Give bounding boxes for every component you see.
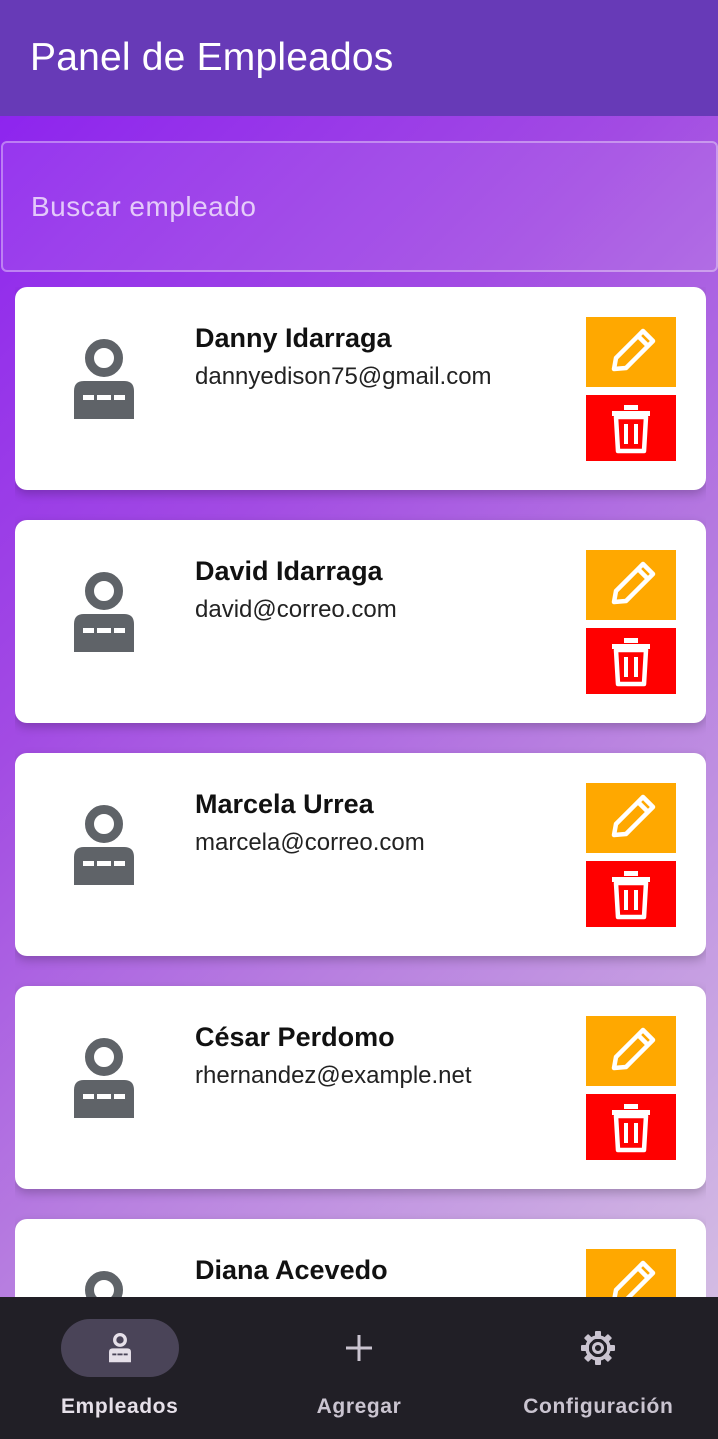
page-title: Panel de Empleados: [30, 36, 394, 79]
pencil-icon: [611, 328, 656, 372]
bottom-navigation: Empleados Agregar Configuración: [0, 1297, 718, 1439]
trash-icon: [612, 638, 650, 687]
nav-label: Empleados: [60, 1395, 179, 1418]
employee-name: Marcela Urrea: [195, 789, 374, 819]
trash-icon: [612, 1104, 650, 1153]
employee-name: César Perdomo: [195, 1022, 395, 1052]
employee-email: rhernandez@example.net: [195, 1062, 472, 1089]
employee-email: marcela@correo.com: [195, 829, 425, 856]
gear-icon: [581, 1331, 616, 1365]
nav-item-configuracion[interactable]: Configuración: [479, 1297, 718, 1439]
employee-card: David Idarraga david@correo.com: [15, 520, 706, 723]
person-icon: [74, 572, 134, 652]
people-icon: [108, 1333, 131, 1363]
trash-icon: [612, 405, 650, 454]
employee-email: david@correo.com: [195, 596, 397, 623]
nav-active-indicator: [60, 1319, 179, 1377]
person-icon: [74, 805, 134, 885]
employee-name: David Idarraga: [195, 556, 383, 586]
edit-button[interactable]: [586, 1016, 676, 1086]
nav-icon-container: [539, 1319, 657, 1377]
employee-card: Danny Idarraga dannyedison75@gmail.com: [15, 287, 706, 490]
employee-name: Danny Idarraga: [195, 323, 392, 353]
employee-email: dannyedison75@gmail.com: [195, 363, 492, 390]
person-icon: [85, 1271, 123, 1297]
person-icon: [74, 339, 134, 419]
search-input[interactable]: [31, 190, 716, 223]
edit-button[interactable]: [586, 1249, 676, 1297]
search-field[interactable]: [1, 141, 718, 272]
trash-icon: [612, 871, 650, 920]
nav-item-empleados[interactable]: Empleados: [0, 1297, 239, 1439]
delete-button[interactable]: [586, 1094, 676, 1160]
app-bar: Panel de Empleados: [0, 0, 718, 116]
edit-button[interactable]: [586, 783, 676, 853]
delete-button[interactable]: [586, 861, 676, 927]
plus-icon: [345, 1335, 372, 1361]
employee-card: Marcela Urrea marcela@correo.com: [15, 753, 706, 956]
nav-label: Configuración: [523, 1395, 674, 1418]
delete-button[interactable]: [586, 395, 676, 461]
employee-card: César Perdomo rhernandez@example.net: [15, 986, 706, 1189]
pencil-icon: [611, 561, 656, 605]
employee-name: Diana Acevedo: [195, 1255, 388, 1285]
edit-button[interactable]: [586, 550, 676, 620]
edit-button[interactable]: [586, 317, 676, 387]
pencil-icon: [611, 794, 656, 838]
person-icon: [74, 1038, 134, 1118]
pencil-icon: [611, 1027, 656, 1071]
nav-item-agregar[interactable]: Agregar: [239, 1297, 478, 1439]
pencil-icon: [612, 1260, 656, 1297]
delete-button[interactable]: [586, 628, 676, 694]
nav-icon-container: [300, 1319, 418, 1377]
nav-label: Agregar: [316, 1395, 402, 1418]
employee-card: Diana Acevedo: [15, 1219, 706, 1297]
employee-list: Danny Idarraga dannyedison75@gmail.com D…: [15, 287, 706, 1297]
